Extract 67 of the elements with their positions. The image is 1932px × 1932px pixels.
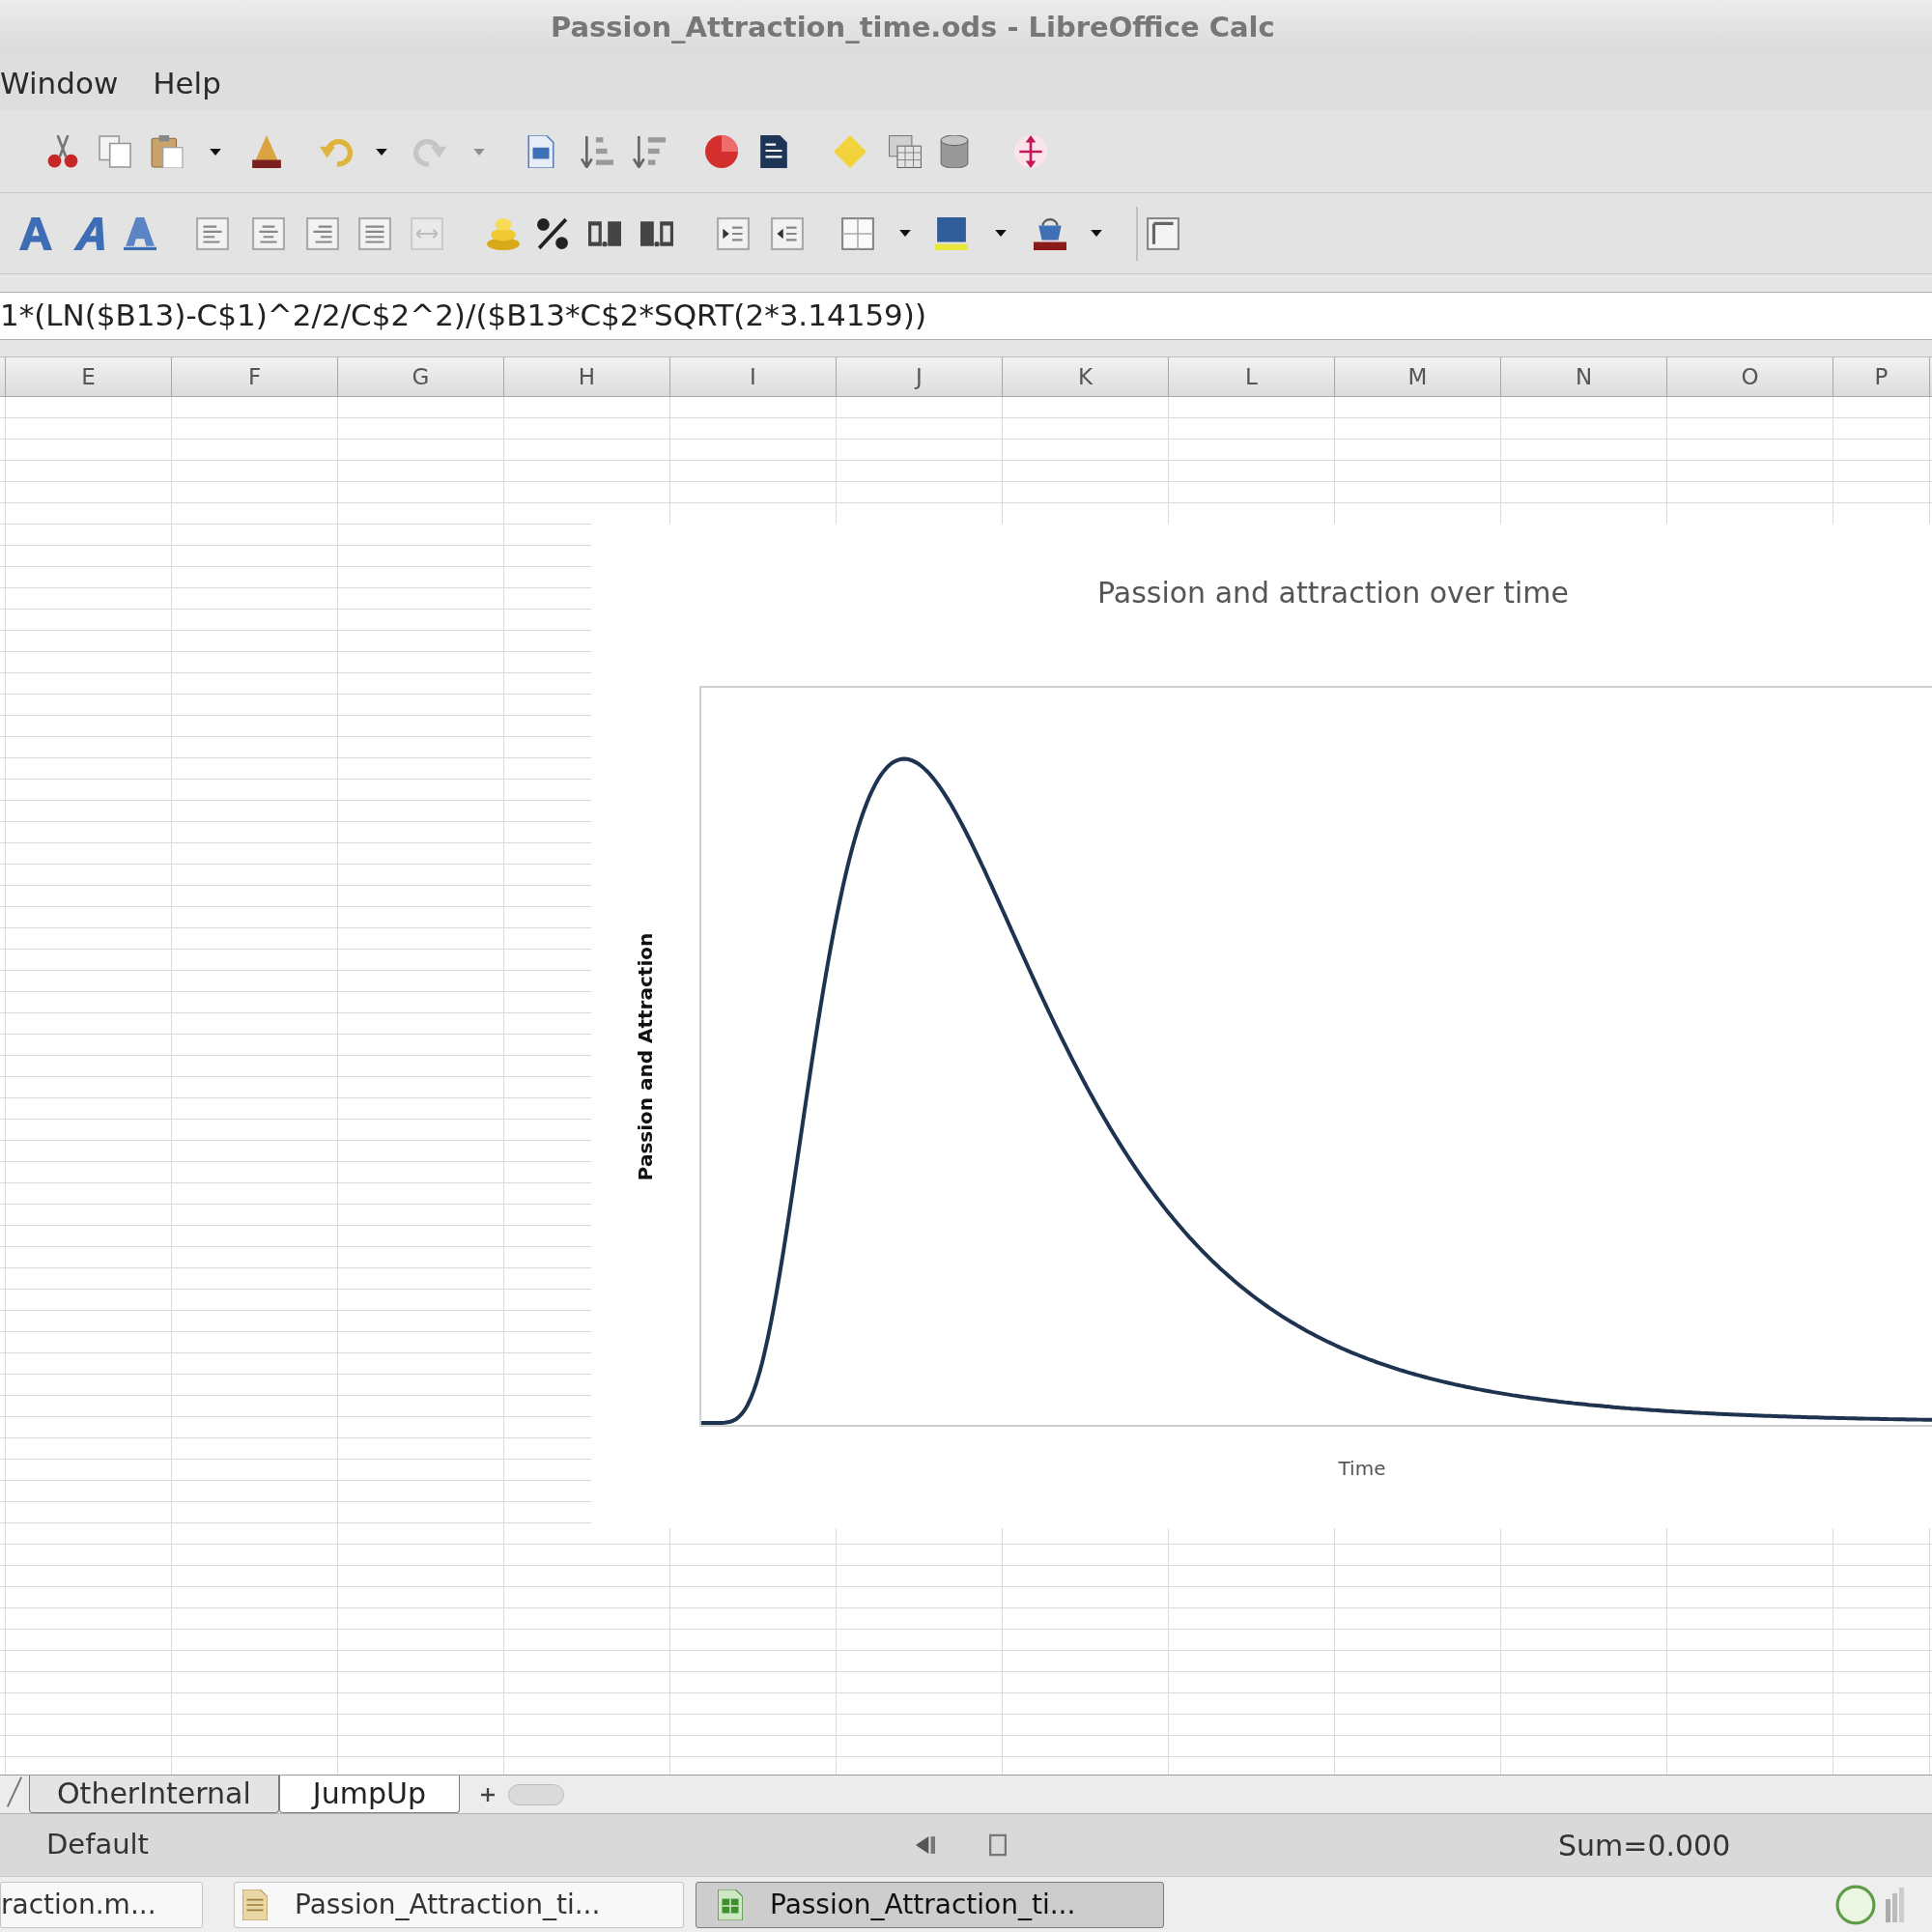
scrollbar-thumb[interactable] [507, 1783, 564, 1805]
column-header[interactable]: F [172, 357, 338, 396]
sum-text: Sum=0.000 [1557, 1827, 1731, 1864]
indent-icon[interactable] [717, 216, 750, 250]
sort-descending-icon[interactable] [633, 135, 666, 168]
taskbar-label: Passion_Attraction_ti... [295, 1887, 601, 1922]
pie-chart-icon[interactable] [705, 135, 738, 168]
paste-icon[interactable] [151, 135, 184, 168]
column-header[interactable]: J [837, 357, 1003, 396]
column-header[interactable]: H [504, 357, 670, 396]
document-icon [242, 1889, 268, 1920]
frame-icon[interactable] [1147, 216, 1179, 250]
caret-icon[interactable] [899, 230, 911, 237]
align-center-icon[interactable] [252, 216, 285, 250]
taskbar-button[interactable]: Passion_Attraction_ti... [234, 1881, 684, 1928]
caret-icon[interactable] [1091, 230, 1102, 237]
borders-icon[interactable] [841, 216, 874, 250]
menu-item[interactable]: Help [153, 68, 221, 99]
caret-icon[interactable] [995, 230, 1007, 237]
column-header[interactable]: P [1833, 357, 1930, 396]
column-header[interactable]: I [670, 357, 837, 396]
caret-icon[interactable] [210, 148, 221, 156]
sheet-tab[interactable]: JumpUp [278, 1776, 460, 1813]
move-arrows-icon[interactable] [1014, 135, 1047, 168]
percent-icon[interactable] [536, 216, 569, 250]
column-header[interactable]: M [1335, 357, 1501, 396]
x-axis-label: Time [1338, 1457, 1386, 1480]
triangle-icon[interactable] [915, 1836, 935, 1854]
column-header[interactable]: L [1169, 357, 1335, 396]
column-header[interactable]: O [1667, 357, 1833, 396]
table-icon[interactable] [889, 135, 922, 168]
chart-area[interactable]: Passion and attraction over time Passion and Attraction Time [591, 524, 1932, 1528]
caret-icon[interactable] [376, 148, 387, 156]
page-icon[interactable] [757, 135, 790, 168]
formula-input[interactable]: 1*(LN($B13)-C$1)^2/2/C$2^2)/($B13*C$2*SQRT(2*3.14159)) [0, 291, 1932, 340]
justify-icon[interactable] [358, 216, 391, 250]
menu-item[interactable]: Window [0, 68, 119, 99]
underlined-letter-a-icon[interactable] [124, 216, 156, 250]
sheet-tab[interactable]: OtherInternal [29, 1776, 279, 1813]
scissors-icon[interactable] [46, 135, 79, 168]
page-style-text: Default [46, 1827, 149, 1863]
taskbar-button[interactable]: Passion_Attraction_ti... [696, 1881, 1164, 1928]
outdent-icon[interactable] [771, 216, 804, 250]
column-header[interactable]: E [6, 357, 172, 396]
cone-icon[interactable] [250, 135, 283, 168]
circle-icon[interactable] [1835, 1884, 1876, 1925]
sort-ascending-icon[interactable] [581, 135, 613, 168]
taskbar-button[interactable]: raction.m... [0, 1881, 203, 1928]
chart-title: Passion and attraction over time [1097, 576, 1569, 610]
taskbar-label: Passion_Attraction_ti... [770, 1887, 1076, 1922]
window-title: Passion_Attraction_time.ods - LibreOffice Calc [551, 9, 1275, 45]
column-header[interactable]: G [338, 357, 504, 396]
paint-bucket-icon[interactable] [1034, 216, 1066, 250]
align-right-icon[interactable] [306, 216, 339, 250]
letter-a-icon[interactable] [19, 216, 52, 250]
background-fill-icon[interactable] [935, 216, 968, 250]
column-header[interactable]: K [1003, 357, 1169, 396]
document-icon[interactable] [525, 135, 557, 168]
slanted-letter-a-icon[interactable] [73, 216, 106, 250]
y-axis-label: Passion and Attraction [636, 932, 655, 1180]
copy-icon[interactable] [99, 135, 131, 168]
spreadsheet-icon [718, 1889, 743, 1920]
database-icon[interactable] [938, 135, 971, 168]
column-header[interactable]: N [1501, 357, 1667, 396]
plus-icon[interactable] [480, 1787, 495, 1802]
taskbar-label: raction.m... [1, 1887, 156, 1922]
align-left-icon[interactable] [196, 216, 229, 250]
